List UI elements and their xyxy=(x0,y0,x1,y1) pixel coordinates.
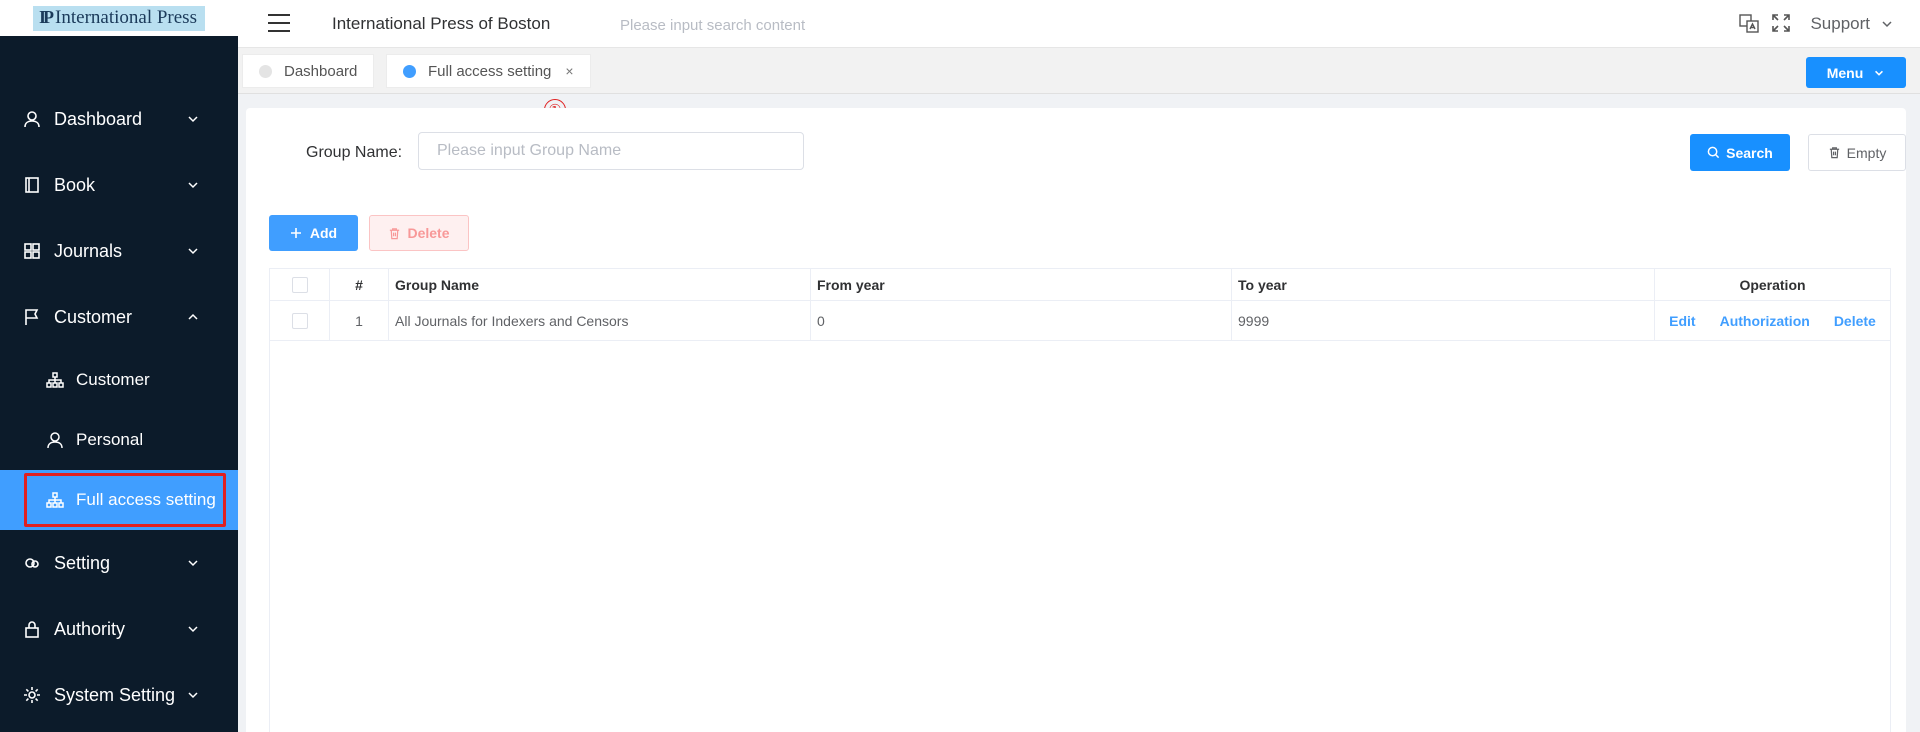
delete-button-label: Delete xyxy=(407,225,450,241)
logo-mark: IP xyxy=(39,7,54,27)
tab-status-dot xyxy=(403,64,416,78)
org-chart-icon xyxy=(46,371,64,389)
row-checkbox-cell xyxy=(270,301,330,340)
support-label: Support xyxy=(1810,14,1870,33)
site-title: International Press of Boston xyxy=(332,14,551,33)
edit-link[interactable]: Edit xyxy=(1669,313,1695,329)
row-num: 1 xyxy=(330,301,389,340)
sidebar-item-label: System Setting xyxy=(54,684,176,705)
hamburger-icon[interactable] xyxy=(268,14,290,32)
sidebar-item-authority[interactable]: Authority xyxy=(0,596,238,662)
person-icon xyxy=(46,431,64,449)
sidebar-item-label: Book xyxy=(54,174,96,195)
highlight-outline xyxy=(24,473,226,527)
add-button-label: Add xyxy=(309,225,338,241)
authorization-link[interactable]: Authorization xyxy=(1720,313,1810,329)
chevron-down-icon xyxy=(188,626,198,633)
row-from-year: 0 xyxy=(811,301,1232,340)
global-search-input[interactable] xyxy=(620,10,900,40)
sidebar-item-system-setting[interactable]: System Setting xyxy=(0,662,238,728)
user-icon xyxy=(22,109,42,129)
table-row: 1 All Journals for Indexers and Censors … xyxy=(270,301,1890,341)
chevron-down-icon xyxy=(188,248,198,255)
sidebar-item-label: Journals xyxy=(54,240,123,261)
row-checkbox[interactable] xyxy=(291,312,308,329)
main-content: Group Name: Search Empty Add Delete # Gr… xyxy=(246,108,1906,732)
group-table: # Group Name From year To year Operation… xyxy=(269,268,1891,732)
sidebar-menu: Dashboard Book Journals Customer Custome… xyxy=(0,86,238,728)
chevron-down-icon xyxy=(188,692,198,699)
translate-icon[interactable] xyxy=(1738,12,1760,34)
sidebar: IP International Press Dashboard Book Jo… xyxy=(0,0,238,732)
header-to-year: To year xyxy=(1232,269,1655,300)
flag-icon xyxy=(22,307,42,327)
sidebar-item-label: Authority xyxy=(54,618,126,639)
book-icon xyxy=(22,175,42,195)
chevron-down-icon xyxy=(1875,70,1884,76)
search-icon xyxy=(1707,146,1720,159)
lock-icon xyxy=(22,619,42,639)
menu-button-label: Menu xyxy=(1826,64,1864,81)
header-num: # xyxy=(330,269,389,300)
sidebar-subitem-label: Customer xyxy=(76,370,150,389)
empty-button[interactable]: Empty xyxy=(1808,134,1906,171)
chevron-up-icon xyxy=(188,313,198,320)
delete-link[interactable]: Delete xyxy=(1834,313,1876,329)
tabs-bar: Dashboard Full access setting × Menu xyxy=(238,48,1920,94)
header-operation: Operation xyxy=(1739,276,1806,293)
group-name-input[interactable] xyxy=(418,132,804,170)
top-header: International Press of Boston Support xyxy=(238,0,1920,48)
gear-icon xyxy=(22,685,42,705)
sidebar-item-customer[interactable]: Customer xyxy=(0,284,238,350)
tab-full-access-setting[interactable]: Full access setting × xyxy=(386,54,591,88)
trash-icon xyxy=(390,227,400,239)
plus-icon xyxy=(290,228,301,238)
sidebar-item-journals[interactable]: Journals xyxy=(0,218,238,284)
close-icon[interactable]: × xyxy=(565,63,573,79)
support-dropdown[interactable]: Support xyxy=(1810,14,1894,34)
grid-icon xyxy=(22,241,42,261)
sidebar-item-dashboard[interactable]: Dashboard xyxy=(0,86,238,152)
chevron-down-icon xyxy=(188,116,198,123)
group-name-label: Group Name: xyxy=(306,144,403,161)
tab-status-dot xyxy=(259,64,272,78)
logo-text: International Press xyxy=(55,6,197,28)
sidebar-subitem-customer[interactable]: Customer xyxy=(0,350,238,410)
row-operations: Edit Authorization Delete xyxy=(1655,301,1890,340)
sidebar-item-label: Customer xyxy=(54,306,133,327)
fullscreen-icon[interactable] xyxy=(1770,12,1792,34)
sidebar-subitem-full-access-setting[interactable]: Full access setting xyxy=(0,470,238,530)
tab-dashboard[interactable]: Dashboard xyxy=(242,54,375,88)
row-group-name: All Journals for Indexers and Censors xyxy=(389,301,811,340)
search-button[interactable]: Search xyxy=(1690,134,1790,171)
delete-button[interactable]: Delete xyxy=(369,215,469,251)
header-group-name: Group Name xyxy=(389,269,811,300)
empty-button-label: Empty xyxy=(1846,144,1887,161)
select-all-checkbox[interactable] xyxy=(291,276,308,293)
row-to-year: 9999 xyxy=(1232,301,1655,340)
sidebar-item-label: Setting xyxy=(54,552,111,573)
sidebar-item-book[interactable]: Book xyxy=(0,152,238,218)
chevron-down-icon xyxy=(1882,21,1892,28)
header-checkbox-cell xyxy=(270,269,330,300)
tab-label: Full access setting xyxy=(428,62,552,80)
table-header: # Group Name From year To year Operation xyxy=(270,269,1890,301)
trash-icon xyxy=(1829,147,1839,159)
sidebar-subitem-label: Personal xyxy=(76,430,144,449)
cloud-icon xyxy=(22,553,42,573)
sidebar-item-label: Dashboard xyxy=(54,108,143,129)
search-button-label: Search xyxy=(1726,144,1773,161)
tab-label: Dashboard xyxy=(284,62,358,80)
chevron-down-icon xyxy=(188,182,198,189)
menu-button[interactable]: Menu xyxy=(1806,57,1906,88)
logo[interactable]: IP International Press xyxy=(33,5,205,31)
chevron-down-icon xyxy=(188,560,198,567)
sidebar-subitem-personal[interactable]: Personal xyxy=(0,410,238,470)
logo-area: IP International Press xyxy=(0,0,238,36)
sidebar-item-setting[interactable]: Setting xyxy=(0,530,238,596)
header-from-year: From year xyxy=(811,269,1232,300)
add-button[interactable]: Add xyxy=(269,215,358,251)
